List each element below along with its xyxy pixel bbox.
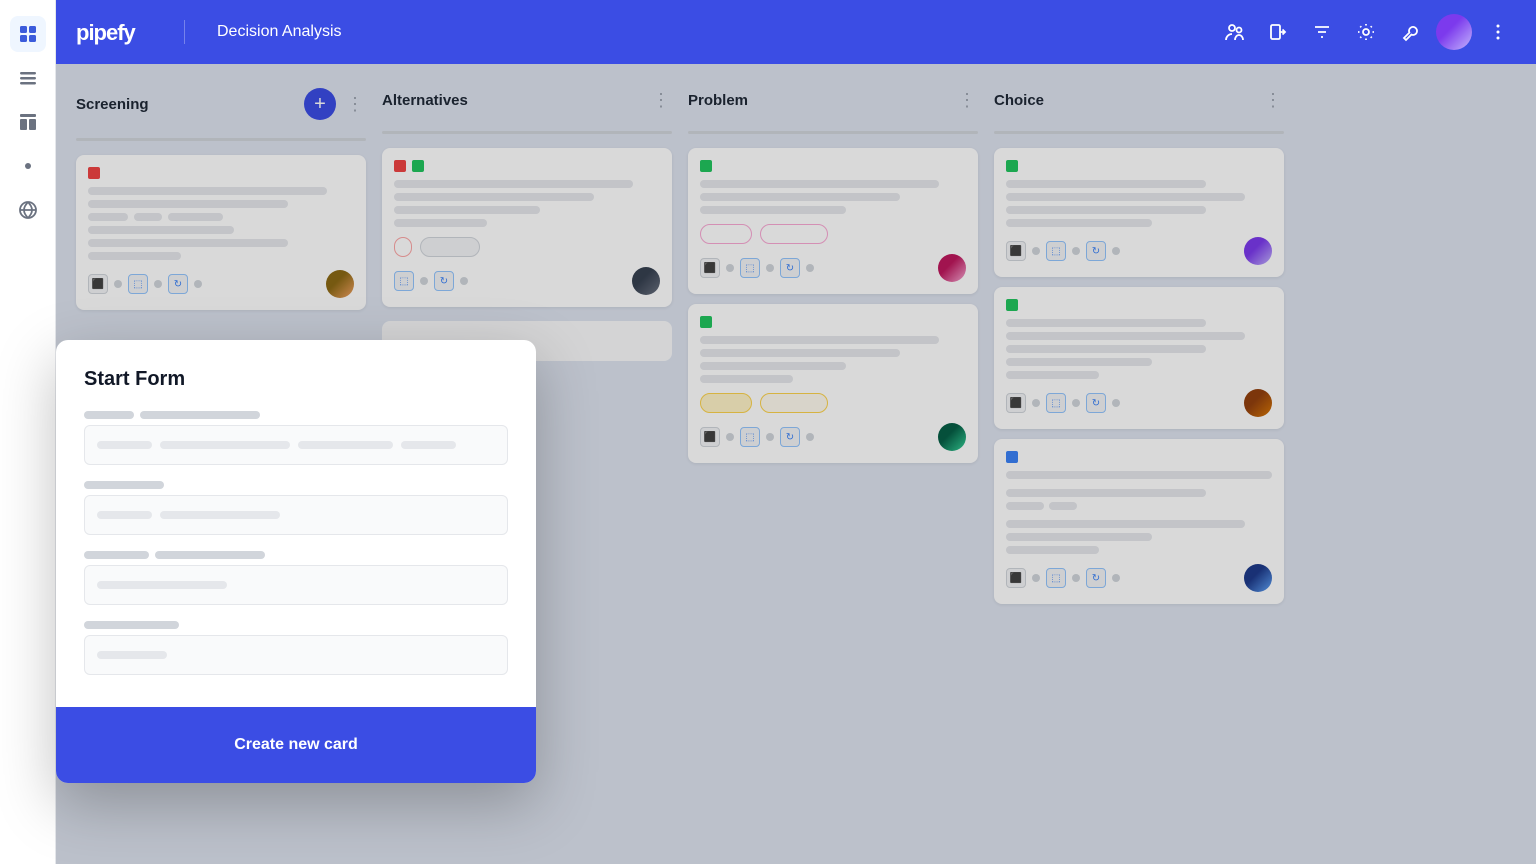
form-input-4[interactable] xyxy=(84,635,508,675)
form-group-1 xyxy=(84,411,508,465)
form-label-4 xyxy=(84,621,508,629)
ph2b xyxy=(160,511,280,519)
form-group-4 xyxy=(84,621,508,675)
label-block-3b xyxy=(155,551,265,559)
ph4a xyxy=(97,651,167,659)
settings-icon-btn[interactable] xyxy=(1348,14,1384,50)
label-block-2 xyxy=(84,481,164,489)
modal-title: Start Form xyxy=(84,368,508,391)
topbar: pipefy Decision Analysis xyxy=(56,0,1536,64)
sidebar-icon-list[interactable] xyxy=(10,60,46,96)
form-input-1[interactable] xyxy=(84,425,508,465)
sidebar-icon-automation[interactable] xyxy=(10,148,46,184)
start-form-modal: Start Form xyxy=(56,340,536,783)
label-block-1b xyxy=(140,411,260,419)
form-label-1 xyxy=(84,411,508,419)
topbar-logo: pipefy Decision Analysis xyxy=(76,18,342,46)
ph1b xyxy=(160,441,290,449)
topbar-actions xyxy=(1216,14,1516,50)
form-input-3[interactable] xyxy=(84,565,508,605)
form-label-2 xyxy=(84,481,508,489)
sidebar-icon-table[interactable] xyxy=(10,104,46,140)
sidebar-icon-grid[interactable] xyxy=(10,16,46,52)
modal-body: Start Form xyxy=(56,340,536,707)
form-label-3 xyxy=(84,551,508,559)
more-menu-btn[interactable] xyxy=(1480,14,1516,50)
form-input-2[interactable] xyxy=(84,495,508,535)
ph1a xyxy=(97,441,152,449)
form-group-3 xyxy=(84,551,508,605)
tools-icon-btn[interactable] xyxy=(1392,14,1428,50)
ph1c xyxy=(298,441,393,449)
modal-footer: Create new card xyxy=(56,707,536,783)
login-icon-btn[interactable] xyxy=(1260,14,1296,50)
label-block-1a xyxy=(84,411,134,419)
label-block-3a xyxy=(84,551,149,559)
ph1d xyxy=(401,441,456,449)
create-new-card-button[interactable]: Create new card xyxy=(84,723,508,767)
logo-divider xyxy=(184,20,185,44)
svg-text:pipefy: pipefy xyxy=(76,20,137,45)
ph3a xyxy=(97,581,227,589)
label-block-4 xyxy=(84,621,179,629)
page-title: Decision Analysis xyxy=(217,23,342,41)
sidebar xyxy=(0,0,56,864)
user-avatar[interactable] xyxy=(1436,14,1472,50)
users-icon-btn[interactable] xyxy=(1216,14,1252,50)
form-group-2 xyxy=(84,481,508,535)
sidebar-icon-globe[interactable] xyxy=(10,192,46,228)
filter-icon-btn[interactable] xyxy=(1304,14,1340,50)
ph2a xyxy=(97,511,152,519)
